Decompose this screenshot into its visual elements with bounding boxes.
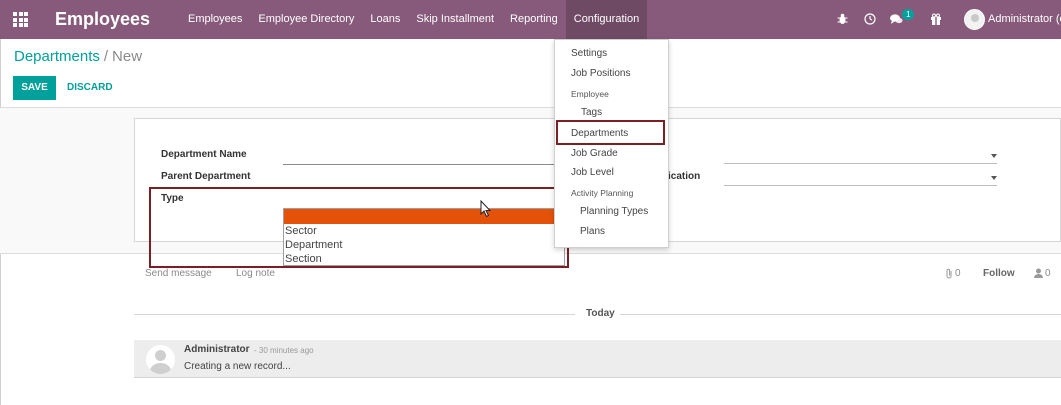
paperclip-icon[interactable] (945, 268, 953, 279)
departments-annotation-box (556, 120, 665, 145)
attachments-count[interactable]: 0 (955, 268, 961, 279)
department-name-label: Department Name (161, 149, 247, 160)
app-title: Employees (55, 9, 151, 29)
gift-icon[interactable] (930, 13, 942, 25)
clock-icon[interactable] (864, 13, 876, 25)
message-avatar[interactable] (146, 345, 175, 374)
chatter-message: Administrator - 30 minutes ago Creating … (134, 340, 1061, 378)
menu-skip-installment[interactable]: Skip Installment (408, 0, 502, 39)
right-select-field-1[interactable] (724, 163, 997, 164)
apps-grid-icon[interactable] (13, 12, 28, 27)
menu-configuration[interactable]: Configuration (565, 0, 648, 39)
config-tags[interactable]: Tags (581, 107, 602, 118)
today-divider-left (134, 314, 575, 315)
config-plans[interactable]: Plans (580, 226, 605, 237)
message-author[interactable]: Administrator (184, 344, 250, 355)
send-message-button[interactable]: Send message (145, 268, 212, 279)
message-timestamp: - 30 minutes ago (254, 346, 314, 355)
followers-user-icon[interactable] (1034, 268, 1043, 278)
breadcrumb-departments[interactable]: Departments (14, 48, 100, 65)
followers-count[interactable]: 0 (1045, 268, 1051, 279)
chevron-down-icon[interactable] (991, 176, 997, 180)
menu-reporting[interactable]: Reporting (502, 0, 566, 39)
menu-loans[interactable]: Loans (362, 0, 408, 39)
user-name[interactable]: Administrator (c (988, 13, 1061, 25)
config-employee-header: Employee (571, 89, 609, 99)
department-name-field[interactable] (283, 164, 555, 165)
right-select-field-2[interactable] (724, 185, 997, 186)
today-label: Today (584, 308, 617, 319)
menu-employees[interactable]: Employees (180, 0, 250, 39)
today-divider-right (620, 314, 1061, 315)
location-label: ication (668, 171, 701, 182)
chat-count-badge: 1 (902, 9, 915, 20)
breadcrumb: Departments / New (14, 48, 142, 65)
config-activity-planning-header: Activity Planning (571, 188, 634, 198)
parent-department-label: Parent Department (161, 171, 251, 182)
message-body: Creating a new record... (184, 361, 291, 372)
main-menu: Employees Employee Directory Loans Skip … (180, 0, 648, 39)
discard-button[interactable]: DISCARD (67, 82, 113, 93)
chat-icon[interactable] (890, 14, 903, 25)
breadcrumb-separator: / (103, 48, 109, 65)
log-note-button[interactable]: Log note (236, 268, 275, 279)
mouse-cursor-icon (480, 200, 492, 218)
breadcrumb-current: New (112, 48, 143, 65)
config-job-positions[interactable]: Job Positions (571, 68, 630, 79)
config-settings[interactable]: Settings (571, 48, 607, 59)
chevron-down-icon[interactable] (991, 154, 997, 158)
config-job-level[interactable]: Job Level (571, 167, 614, 178)
top-navbar: Employees Employees Employee Directory L… (0, 0, 1061, 39)
config-planning-types[interactable]: Planning Types (580, 206, 648, 217)
user-avatar[interactable] (964, 9, 985, 30)
menu-employee-directory[interactable]: Employee Directory (250, 0, 362, 39)
save-button[interactable]: SAVE (13, 76, 56, 100)
type-annotation-box (149, 187, 569, 268)
bug-icon[interactable] (837, 13, 848, 25)
follow-button[interactable]: Follow (983, 268, 1015, 279)
config-job-grade[interactable]: Job Grade (571, 148, 618, 159)
